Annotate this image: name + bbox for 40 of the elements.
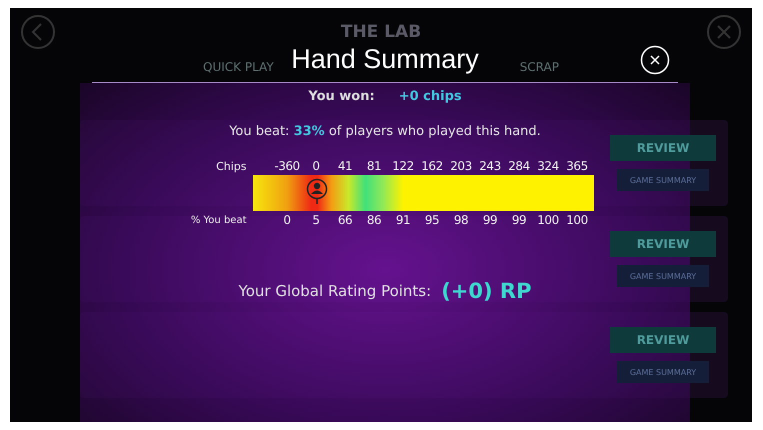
you-beat-label: % You beat bbox=[190, 214, 248, 226]
chips-tick: 324 bbox=[536, 159, 560, 173]
rating-label: Your Global Rating Points: bbox=[238, 282, 432, 300]
percent-tick: 5 bbox=[311, 213, 321, 227]
percent-tick: 66 bbox=[336, 213, 354, 227]
tab[interactable]: SCRAP bbox=[500, 54, 579, 80]
chips-tick: 162 bbox=[420, 159, 444, 173]
row-button[interactable]: GAME SUMMARY bbox=[617, 169, 709, 191]
row-button[interactable]: REVIEW bbox=[610, 135, 716, 161]
percent-tick: 86 bbox=[366, 213, 382, 227]
percent-tick: 95 bbox=[424, 213, 440, 227]
beat-sentence: You beat: 33% of players who played this hand. bbox=[229, 124, 541, 139]
percent-tick: 99 bbox=[482, 213, 498, 227]
percent-tick: 98 bbox=[452, 213, 470, 227]
chips-tick: -360 bbox=[273, 159, 301, 173]
percent-tick: 0 bbox=[282, 213, 292, 227]
row-button[interactable]: REVIEW bbox=[610, 231, 716, 257]
percent-tick: 100 bbox=[536, 213, 560, 227]
back-icon[interactable] bbox=[20, 14, 56, 50]
percent-tick: 100 bbox=[565, 213, 589, 227]
chips-label: Chips bbox=[215, 160, 248, 172]
chips-tick: 203 bbox=[449, 159, 473, 173]
dialog-title: Hand Summary bbox=[291, 44, 479, 74]
row-button[interactable]: GAME SUMMARY bbox=[617, 265, 709, 287]
percent-tick: 99 bbox=[510, 213, 528, 227]
row-button[interactable]: GAME SUMMARY bbox=[617, 361, 709, 383]
rating-value: (+0) RP bbox=[441, 279, 532, 303]
chips-tick: 41 bbox=[336, 159, 354, 173]
percent-tick: 91 bbox=[394, 213, 412, 227]
chips-tick: 122 bbox=[391, 159, 415, 173]
chips-tick: 243 bbox=[478, 159, 502, 173]
chips-tick: 284 bbox=[507, 159, 531, 173]
won-label: You won: bbox=[308, 89, 375, 104]
chips-tick: 365 bbox=[565, 159, 589, 173]
tab[interactable]: QUICK PLAY bbox=[183, 54, 294, 80]
won-value: +0 chips bbox=[398, 89, 462, 104]
row-button[interactable]: REVIEW bbox=[610, 327, 716, 353]
chips-tick: 0 bbox=[311, 159, 321, 173]
chips-tick: 81 bbox=[366, 159, 382, 173]
screen-title: THE LAB bbox=[340, 22, 422, 42]
